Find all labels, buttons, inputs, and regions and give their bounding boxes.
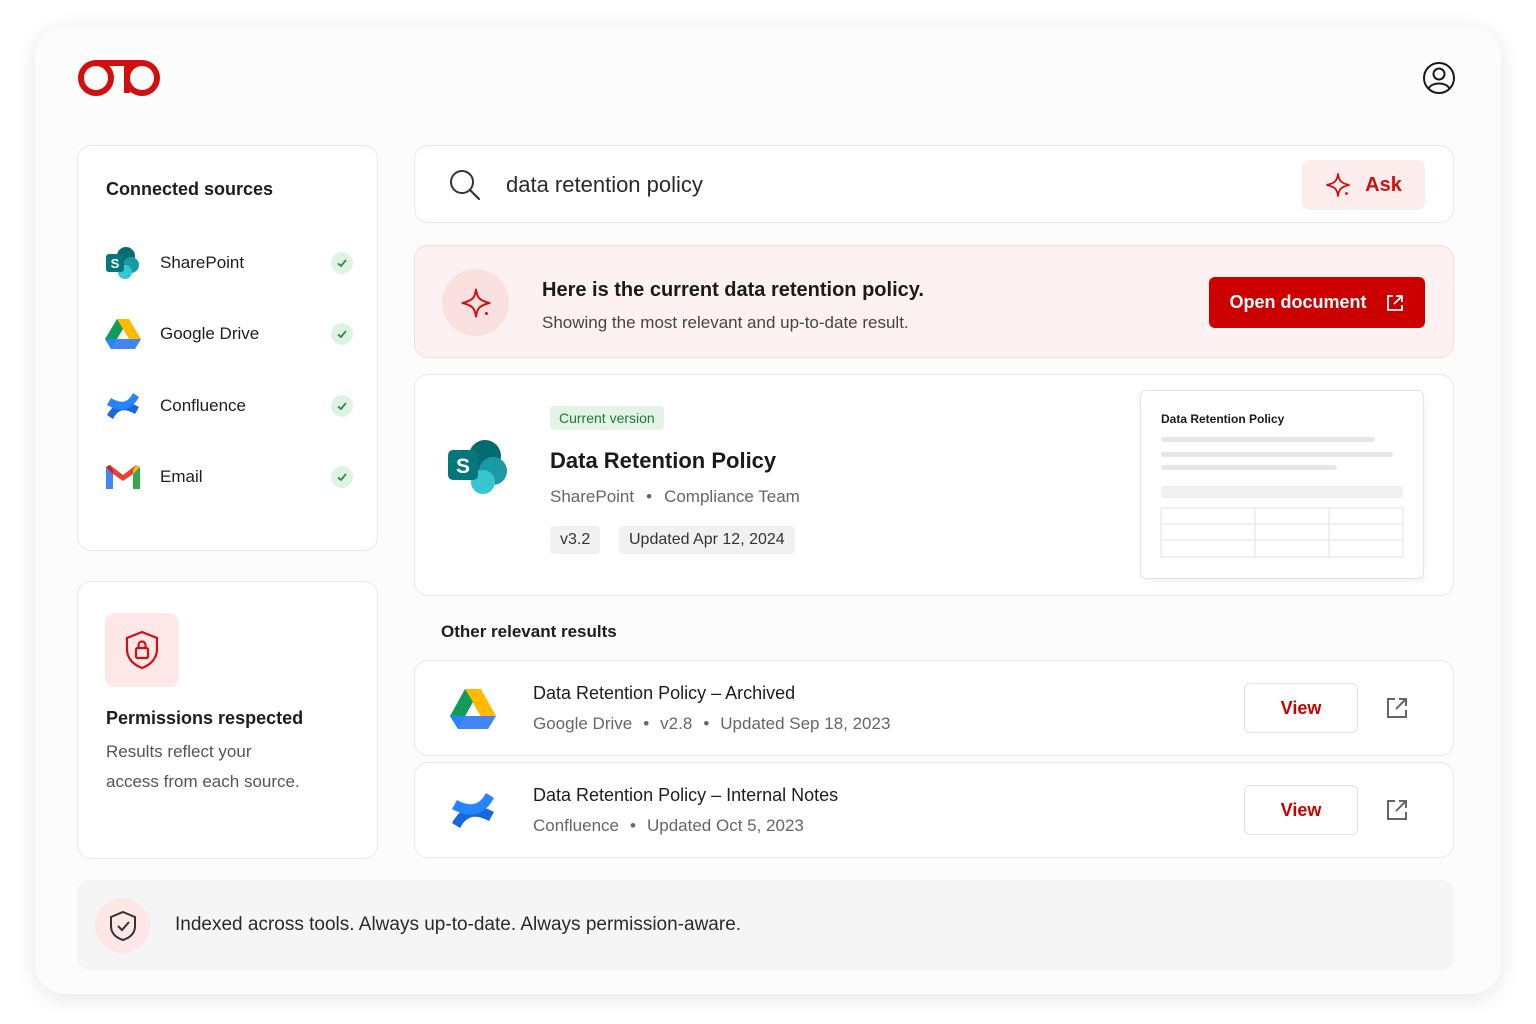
- source-label: Email: [160, 467, 203, 486]
- sparkle-icon: [1326, 173, 1351, 197]
- footer-text: Indexed across tools. Always up-to-date.…: [175, 914, 742, 935]
- sources-heading: Connected sources: [106, 179, 274, 199]
- view-button[interactable]: View: [1244, 785, 1358, 835]
- row-title[interactable]: Data Retention Policy – Internal Notes: [533, 785, 838, 806]
- result-title[interactable]: Data Retention Policy: [550, 448, 776, 474]
- row-meta: Confluence • Updated Oct 5, 2023: [533, 816, 804, 836]
- source-label: Confluence: [160, 396, 247, 415]
- permissions-panel: Permissions respected Results reflect yo…: [77, 581, 378, 859]
- answer-subtitle: Showing the most relevant and up-to-date…: [542, 313, 909, 332]
- other-results-heading: Other relevant results: [441, 622, 617, 641]
- result-source: SharePoint: [550, 487, 635, 506]
- version-chip: v3.2: [550, 526, 601, 554]
- google-drive-icon: [105, 316, 141, 352]
- open-document-button[interactable]: Open document: [1209, 277, 1425, 328]
- row-meta: Google Drive • v2.8 • Updated Sep 18, 2023: [533, 714, 890, 734]
- result-row[interactable]: Data Retention Policy – Internal Notes C…: [414, 762, 1454, 858]
- source-item-google-drive[interactable]: Google Drive: [105, 314, 353, 354]
- permissions-title: Permissions respected: [106, 708, 304, 728]
- open-document-label: Open document: [1229, 292, 1367, 312]
- meta-separator: •: [630, 816, 636, 835]
- external-link-icon: [1386, 294, 1403, 311]
- permissions-description: Results reflect your access from each so…: [106, 742, 300, 791]
- connected-sources-panel: Connected sources S SharePoint Google Dr…: [77, 145, 378, 551]
- answer-title: Here is the current data retention polic…: [542, 279, 924, 301]
- confluence-icon: [452, 793, 494, 828]
- search-bar: Ask: [414, 145, 1454, 223]
- sharepoint-icon: S: [105, 245, 141, 281]
- meta-separator: •: [643, 714, 650, 733]
- sparkle-icon: [442, 269, 509, 336]
- search-icon: [450, 170, 481, 201]
- confluence-icon: [105, 388, 141, 424]
- source-item-sharepoint[interactable]: S SharePoint: [105, 243, 353, 283]
- sharepoint-icon: S: [448, 440, 507, 494]
- top-result-card[interactable]: S Current version Data Retention Policy …: [414, 374, 1454, 596]
- current-version-badge: Current version: [550, 406, 664, 430]
- connected-check-icon: [331, 466, 353, 488]
- search-input[interactable]: [506, 166, 1266, 204]
- shield-lock-icon: [105, 613, 179, 687]
- result-row[interactable]: Data Retention Policy – Archived Google …: [414, 660, 1454, 756]
- meta-separator: •: [703, 714, 710, 733]
- result-team: Compliance Team: [664, 487, 800, 506]
- updated-chip: Updated Apr 12, 2024: [619, 526, 795, 554]
- google-drive-icon: [450, 689, 496, 729]
- source-item-confluence[interactable]: Confluence: [105, 386, 353, 426]
- external-link-icon[interactable]: [1384, 797, 1410, 823]
- shield-check-icon: [95, 898, 150, 953]
- document-preview-thumbnail[interactable]: Data Retention Policy: [1140, 390, 1424, 579]
- row-updated: Updated Sep 18, 2023: [720, 714, 891, 733]
- connected-check-icon: [331, 395, 353, 417]
- source-label: SharePoint: [160, 253, 245, 272]
- svg-text:S: S: [111, 256, 120, 271]
- view-button[interactable]: View: [1244, 683, 1358, 733]
- profile-icon[interactable]: [1422, 61, 1456, 95]
- ask-button[interactable]: Ask: [1302, 160, 1425, 210]
- footer-banner: Indexed across tools. Always up-to-date.…: [77, 880, 1454, 970]
- source-label: Google Drive: [160, 324, 260, 343]
- connected-check-icon: [331, 252, 353, 274]
- result-meta: SharePoint • Compliance Team: [550, 487, 800, 507]
- ask-label: Ask: [1365, 173, 1402, 196]
- svg-text:S: S: [456, 455, 470, 478]
- gmail-icon: [105, 459, 141, 495]
- external-link-icon[interactable]: [1384, 695, 1410, 721]
- meta-separator: •: [646, 487, 653, 506]
- connected-check-icon: [331, 323, 353, 345]
- brand-logo[interactable]: [78, 58, 160, 98]
- preview-content-lines: [1160, 437, 1404, 558]
- source-item-email[interactable]: Email: [105, 457, 353, 497]
- row-updated: Updated Oct 5, 2023: [646, 816, 804, 835]
- row-source: Google Drive: [533, 714, 633, 733]
- row-version: v2.8: [660, 714, 693, 733]
- row-title[interactable]: Data Retention Policy – Archived: [533, 683, 795, 704]
- ai-answer-banner: Here is the current data retention polic…: [414, 245, 1454, 358]
- row-source: Confluence: [533, 816, 620, 835]
